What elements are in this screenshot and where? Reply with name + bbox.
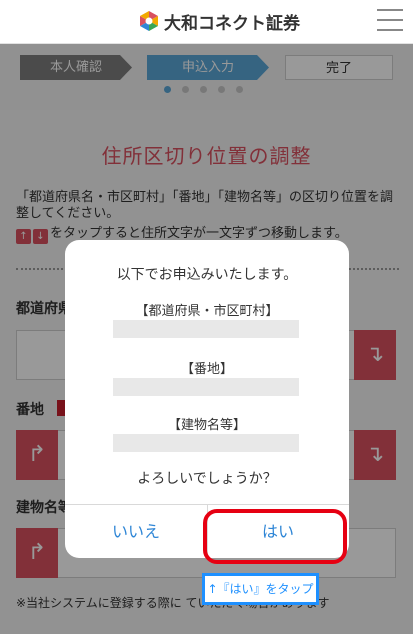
daiwa-logo-icon bbox=[138, 10, 160, 32]
tap-yes-callout: ↑『はい』をタップ bbox=[202, 573, 319, 605]
brand-name: 大和コネクト証券 bbox=[164, 13, 300, 34]
dialog-value-building bbox=[113, 434, 299, 452]
dialog-label-building: 【建物名等】 bbox=[167, 418, 246, 433]
dialog-value-prefecture bbox=[113, 320, 299, 338]
dialog-label-banchi: 【番地】 bbox=[180, 362, 233, 377]
dialog-label-prefecture: 【都道府県・市区町村】 bbox=[135, 304, 279, 319]
dialog-value-banchi bbox=[113, 378, 299, 396]
dialog-message: 以下でお申込みいたします。 bbox=[116, 267, 298, 283]
hamburger-menu-icon[interactable] bbox=[377, 9, 403, 33]
brand-logo[interactable]: 大和コネクト証券 bbox=[138, 9, 300, 34]
no-button[interactable]: いいえ bbox=[65, 505, 207, 558]
yes-button-highlight bbox=[203, 509, 347, 564]
app-header: 大和コネクト証券 bbox=[0, 0, 413, 44]
dialog-confirm-question: よろしいでしょうか？ bbox=[137, 471, 277, 487]
